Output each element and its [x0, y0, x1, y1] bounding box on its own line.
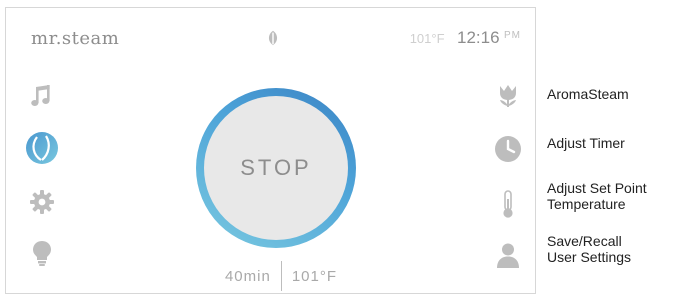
callout-aromasteam-text: AromaSteam — [547, 86, 629, 102]
tulip-icon — [500, 85, 516, 107]
readout-divider — [280, 261, 282, 291]
gear-icon — [30, 190, 54, 214]
temperature-button[interactable] — [493, 189, 523, 219]
steam-leaf-icon — [268, 30, 278, 46]
music-note-icon — [31, 85, 50, 106]
thermometer-icon — [503, 190, 513, 218]
lighting-button[interactable] — [27, 238, 57, 268]
steam-mode-button[interactable] — [25, 131, 59, 165]
stop-button[interactable]: STOP — [204, 96, 348, 240]
callout-adjust-timer: Adjust Timer — [547, 135, 625, 151]
callout-adjust-timer-text: Adjust Timer — [547, 135, 625, 151]
user-settings-button[interactable] — [493, 240, 523, 270]
session-readout: 40min 101°F — [206, 261, 356, 291]
aromasteam-button[interactable] — [493, 81, 523, 111]
current-temperature: 101°F — [409, 31, 445, 46]
steam-dial-ring: STOP — [196, 88, 356, 248]
clock-time: 12:16 — [457, 28, 500, 47]
timer-button[interactable] — [493, 134, 523, 164]
callout-save-recall-line1: Save/Recall — [547, 233, 622, 249]
callout-save-recall-line2: User Settings — [547, 249, 632, 265]
duration-value: 40min — [224, 267, 271, 285]
callout-set-point: Adjust Set Point Temperature — [547, 180, 647, 212]
brand-logo: mr.steam — [31, 28, 120, 49]
callout-set-point-line1: Adjust Set Point — [547, 180, 647, 196]
callout-save-recall: Save/Recall User Settings — [547, 233, 631, 265]
callout-aromasteam: AromaSteam — [547, 86, 629, 102]
callout-set-point-line2: Temperature — [547, 196, 626, 212]
clock-ampm: PM — [504, 30, 521, 41]
clock-icon — [495, 136, 521, 162]
setpoint-value: 101°F — [291, 267, 338, 285]
settings-button[interactable] — [27, 187, 57, 217]
stop-button-label: STOP — [240, 155, 312, 180]
music-button[interactable] — [27, 81, 57, 111]
light-bulb-icon — [33, 241, 51, 266]
control-panel: mr.steam 101°F 12:16 PM STOP 40min 101°F — [5, 7, 536, 294]
status-bar: 101°F 12:16 PM — [410, 28, 521, 48]
steam-leaf-icon — [26, 132, 58, 164]
user-icon — [497, 243, 519, 268]
